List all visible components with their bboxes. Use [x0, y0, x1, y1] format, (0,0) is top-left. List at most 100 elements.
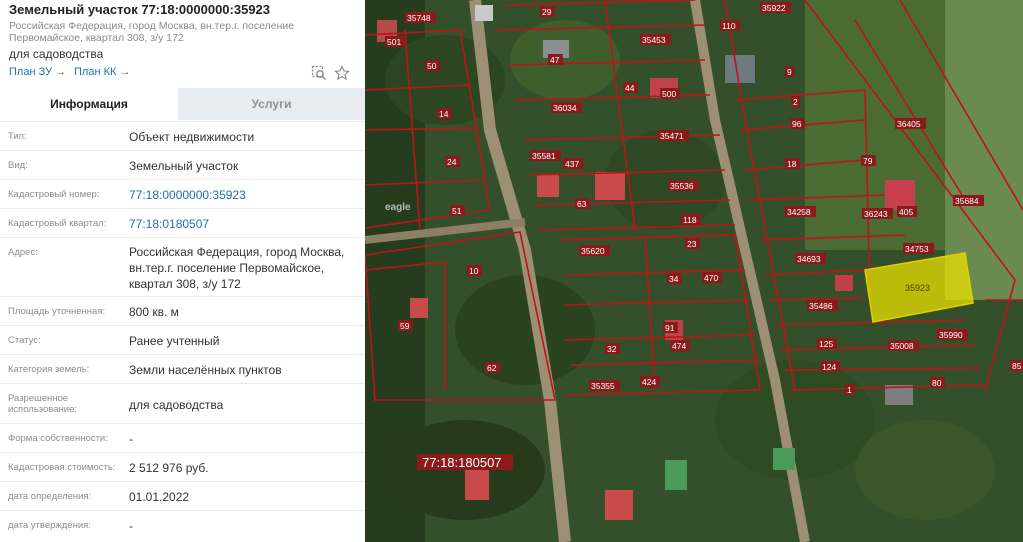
row-value: 800 кв. м	[129, 305, 179, 319]
table-row: Кадастровый номер: 77:18:0000000:35923	[0, 179, 365, 209]
parcel-label[interactable]: 62	[487, 363, 497, 373]
row-value: Объект недвижимости	[129, 130, 255, 144]
quarter-label[interactable]: 77:18:180507	[422, 455, 502, 470]
parcel-label[interactable]: 35453	[642, 35, 666, 45]
parcel-label[interactable]: 34693	[797, 254, 821, 264]
parcel-label[interactable]: 34258	[787, 207, 811, 217]
row-key: Кадастровый номер:	[8, 189, 100, 200]
row-value: Российская Федерация, город Москва, вн.т…	[129, 245, 345, 291]
parcel-label[interactable]: 18	[787, 159, 797, 169]
address-subtitle: Российская Федерация, город Москва, вн.т…	[9, 20, 295, 44]
row-key: Тип:	[8, 131, 27, 142]
parcel-label[interactable]: 34753	[905, 244, 929, 254]
parcel-label[interactable]: 35008	[890, 341, 914, 351]
parcel-label[interactable]: 405	[899, 207, 913, 217]
purpose-text: для садоводства	[9, 47, 104, 61]
cadastral-number-link[interactable]: 77:18:0000000:35923	[129, 187, 354, 203]
parcel-label[interactable]: 29	[542, 7, 552, 17]
parcel-label[interactable]: 63	[577, 199, 587, 209]
parcel-label[interactable]: 51	[452, 206, 462, 216]
parcel-label[interactable]: 35486	[809, 301, 833, 311]
table-row: Площадь уточненная: 800 кв. м	[0, 296, 365, 326]
parcel-label[interactable]: 36243	[864, 209, 888, 219]
parcel-label[interactable]: 10	[469, 266, 479, 276]
zoom-to-icon[interactable]	[311, 65, 327, 81]
plan-kk-link[interactable]: План КК →	[74, 66, 130, 78]
parcel-label[interactable]: 59	[400, 321, 410, 331]
parcel-label[interactable]: 91	[665, 323, 675, 333]
row-value: 2 512 976 руб.	[129, 461, 209, 475]
row-value: -	[129, 519, 133, 533]
parcel-label[interactable]: 500	[662, 89, 676, 99]
row-value: Ранее учтенный	[129, 334, 220, 348]
table-row: дата определения: 01.01.2022	[0, 481, 365, 511]
parcel-label[interactable]: 35471	[660, 131, 684, 141]
row-key: Площадь уточненная:	[8, 306, 106, 317]
row-key: Вид:	[8, 160, 28, 171]
parcel-label[interactable]: 35684	[955, 196, 979, 206]
parcel-label[interactable]: 36405	[897, 119, 921, 129]
table-row: Форма собственности: -	[0, 423, 365, 453]
row-key: дата утверждения:	[8, 520, 91, 531]
parcel-label[interactable]: 474	[672, 341, 686, 351]
parcel-label[interactable]: 47	[550, 55, 560, 65]
table-row: Кадастровый квартал: 77:18:0180507	[0, 208, 365, 238]
parcel-label[interactable]: 501	[387, 37, 401, 47]
parcel-label[interactable]: 118	[683, 215, 697, 225]
parcel-label[interactable]: 124	[822, 362, 836, 372]
row-key: дата определения:	[8, 491, 92, 502]
table-row: дата утверждения: -	[0, 510, 365, 542]
parcel-label[interactable]: 35581	[532, 151, 556, 161]
parcel-label[interactable]: 24	[447, 157, 457, 167]
parcel-label[interactable]: 2	[793, 97, 798, 107]
parcel-label[interactable]: 35536	[670, 181, 694, 191]
tabs: Информация Услуги	[0, 88, 365, 122]
parcel-label[interactable]: 110	[722, 21, 736, 31]
parcel-label[interactable]: 125	[819, 339, 833, 349]
parcel-label[interactable]: 437	[565, 159, 579, 169]
parcel-label[interactable]: 36034	[553, 103, 577, 113]
row-key: Форма собственности:	[8, 433, 108, 444]
table-row: Адрес: Российская Федерация, город Москв…	[0, 237, 365, 297]
table-row: Разрешенное использование: для садоводст…	[0, 383, 365, 424]
parcel-label[interactable]: 23	[687, 239, 697, 249]
table-row: Кадастровая стоимость: 2 512 976 руб.	[0, 452, 365, 482]
parcel-label[interactable]: 424	[642, 377, 656, 387]
cadastral-quarter-link[interactable]: 77:18:0180507	[129, 216, 354, 232]
row-key: Кадастровая стоимость:	[8, 462, 116, 473]
page-title: Земельный участок 77:18:0000000:35923	[9, 2, 271, 17]
parcel-label[interactable]: 35922	[762, 3, 786, 13]
row-key: Разрешенное использование:	[8, 393, 78, 415]
parcel-label[interactable]: 1	[847, 385, 852, 395]
row-key: Статус:	[8, 335, 41, 346]
star-icon[interactable]	[334, 65, 350, 81]
parcel-label[interactable]: 35990	[939, 330, 963, 340]
parcel-label[interactable]: 14	[439, 109, 449, 119]
row-key: Адрес:	[8, 247, 38, 258]
row-value: 01.01.2022	[129, 490, 190, 504]
parcel-label[interactable]: 35620	[581, 246, 605, 256]
parcel-label[interactable]: 79	[863, 156, 873, 166]
parcel-label[interactable]: 470	[704, 273, 718, 283]
parcel-label[interactable]: 44	[625, 83, 635, 93]
row-key: Кадастровый квартал:	[8, 218, 107, 229]
parcel-label[interactable]: 35355	[591, 381, 615, 391]
row-value: Земли населённых пунктов	[129, 363, 282, 377]
table-row: Вид: Земельный участок	[0, 150, 365, 180]
plan-zu-link[interactable]: План ЗУ →	[9, 66, 66, 78]
tab-info[interactable]: Информация	[0, 88, 178, 122]
parcel-label[interactable]: 32	[607, 344, 617, 354]
table-row: Тип: Объект недвижимости	[0, 121, 365, 151]
parcel-label[interactable]: 9	[787, 67, 792, 77]
parcel-label[interactable]: 35748	[407, 13, 431, 23]
parcel-label[interactable]: 96	[792, 119, 802, 129]
parcel-label[interactable]: 34	[669, 274, 679, 284]
parcel-labels-layer: 3574829 359225011104735453509445003603421…	[385, 2, 1023, 470]
row-value: для садоводства	[129, 398, 224, 412]
parcel-label[interactable]: 80	[932, 378, 942, 388]
cadastral-map[interactable]: eagle 35748 29 35922 501 110 47 35453 50 9 44 500 3…	[365, 0, 1023, 542]
parcel-label[interactable]: 85	[1012, 361, 1022, 371]
parcel-label[interactable]: 50	[427, 61, 437, 71]
selected-parcel-label[interactable]: 35923	[905, 283, 930, 293]
tab-services[interactable]: Услуги	[178, 88, 365, 120]
